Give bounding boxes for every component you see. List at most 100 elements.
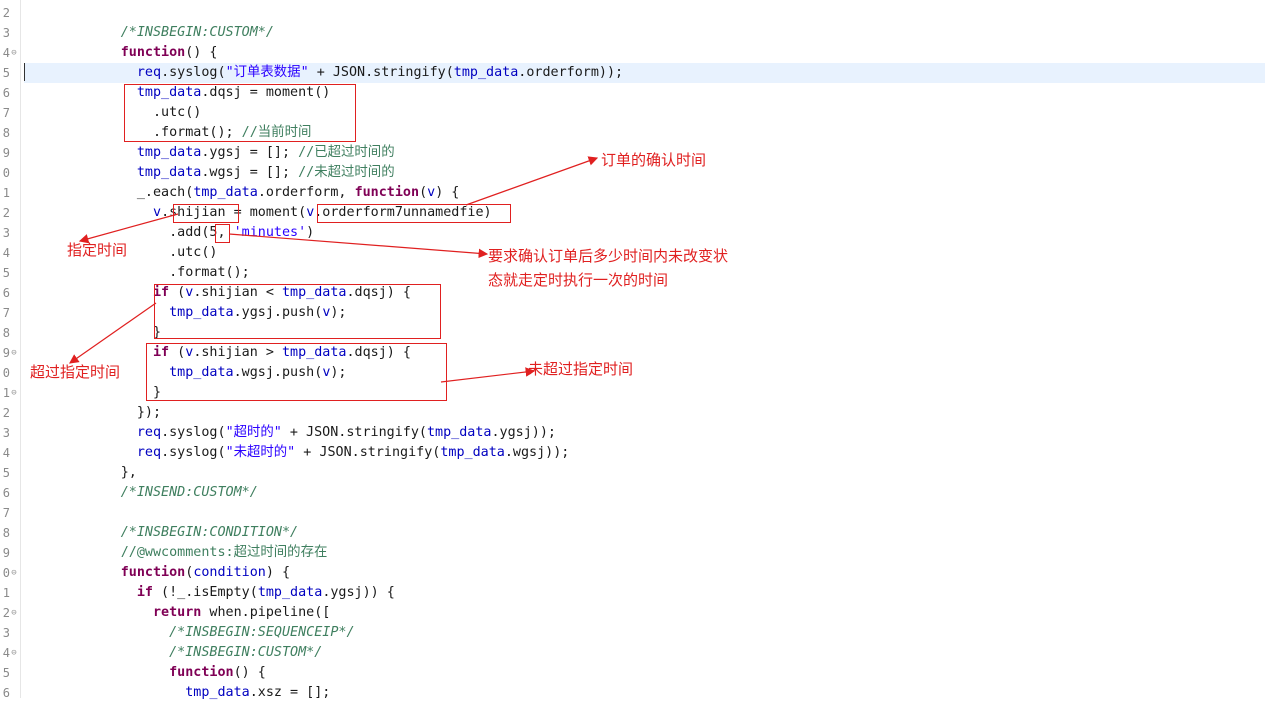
code-token: v (153, 205, 162, 220)
line-number: 4 (2, 446, 10, 460)
code-line[interactable]: /*INSBEGIN:SEQUENCEIP*/ (24, 623, 355, 643)
line-number: 5 (2, 266, 10, 280)
code-token: //未超过时间的 (298, 165, 395, 180)
code-line[interactable]: function(condition) { (24, 563, 290, 583)
line-number: 1 (2, 586, 10, 600)
line-number: 6 (2, 86, 10, 100)
code-line[interactable]: tmp_data.xsz = []; (24, 683, 330, 703)
note-duration-line2: 态就走定时执行一次的时间 (488, 271, 669, 289)
line-number: 0 (2, 366, 10, 380)
code-token: .wgsj)); (504, 445, 570, 460)
code-token: return (153, 605, 202, 620)
code-line[interactable]: /*INSBEGIN:CONDITION*/ (24, 523, 298, 543)
line-number: 1 (2, 386, 10, 400)
code-token: 'minutes' (233, 225, 307, 240)
dqsj-highlight-box (124, 84, 356, 142)
line-number: 8 (2, 126, 10, 140)
code-token: ) { (435, 185, 460, 200)
not-exceeded-branch-box (146, 343, 447, 401)
code-token: tmp_data (440, 445, 505, 460)
code-line[interactable]: if (!_.isEmpty(tmp_data.ygsj)) { (24, 583, 395, 603)
code-token: ( (419, 185, 428, 200)
code-line[interactable]: req.syslog("未超时的" + JSON.stringify(tmp_d… (24, 443, 570, 463)
code-line[interactable]: _.each(tmp_data.orderform, function(v) { (24, 183, 460, 203)
line-number: 0 (2, 566, 10, 580)
line-number: 2 (2, 406, 10, 420)
code-token: when.pipeline([ (201, 605, 331, 620)
fold-toggle-icon[interactable]: ⊖ (10, 43, 18, 63)
code-line[interactable]: function() { (24, 43, 218, 63)
code-token: req (136, 445, 162, 460)
code-line[interactable]: /*INSEND:CUSTOM*/ (24, 483, 258, 503)
code-token: /*INSBEGIN:CUSTOM*/ (169, 645, 323, 660)
code-token: "订单表数据" (225, 65, 309, 80)
line-number: 7 (2, 306, 10, 320)
code-token: ) (306, 225, 315, 240)
note-confirm-time: 订单的确认时间 (601, 151, 707, 169)
exceeded-branch-box (154, 284, 441, 339)
code-line[interactable]: function() { (24, 663, 266, 683)
line-number: 8 (2, 326, 10, 340)
code-token: ) { (265, 565, 291, 580)
fold-toggle-icon[interactable]: ⊖ (10, 643, 18, 663)
code-line[interactable]: .format(); (24, 263, 250, 283)
minutes-value-highlight-box (215, 224, 230, 243)
code-token: (!_.isEmpty( (153, 585, 258, 600)
fold-toggle-icon[interactable]: ⊖ (10, 603, 18, 623)
code-token: function (169, 665, 234, 680)
code-token: + JSON.stringify( (308, 65, 454, 80)
line-number: 8 (2, 526, 10, 540)
code-token: }, (24, 465, 137, 480)
code-line[interactable]: return when.pipeline([ (24, 603, 330, 623)
code-line[interactable]: //@wwcomments:超过时间的存在 (24, 543, 328, 563)
line-number: 6 (2, 286, 10, 300)
code-line-current[interactable]: req.syslog("订单表数据" + JSON.stringify(tmp_… (24, 63, 1265, 83)
code-line[interactable]: } (24, 383, 161, 403)
code-line[interactable]: req.syslog("超时的" + JSON.stringify(tmp_da… (24, 423, 556, 443)
code-line[interactable]: /*INSBEGIN:CUSTOM*/ (24, 23, 274, 43)
code-token: .syslog( (161, 425, 226, 440)
line-number: 2 (2, 6, 10, 20)
note-exceeded: 超过指定时间 (30, 363, 121, 381)
code-token: tmp_data (136, 165, 202, 180)
line-number: 5 (2, 666, 10, 680)
code-line[interactable]: }, (24, 463, 137, 483)
line-number: 0 (2, 166, 10, 180)
code-line[interactable]: } (24, 323, 161, 343)
code-token: req (136, 65, 162, 80)
line-number: 4 (2, 646, 10, 660)
code-line[interactable]: tmp_data.wgsj = []; //未超过时间的 (24, 163, 395, 183)
code-token: function (120, 45, 186, 60)
line-number: 3 (2, 626, 10, 640)
code-line[interactable]: /*INSBEGIN:CUSTOM*/ (24, 643, 322, 663)
code-token: .wgsj = []; (201, 165, 299, 180)
code-token: .orderform, (257, 185, 355, 200)
code-token: .orderform)); (518, 65, 624, 80)
code-line[interactable]: tmp_data.ygsj = []; //已超过时间的 (24, 143, 395, 163)
code-token: .syslog( (161, 445, 226, 460)
code-token: + JSON.stringify( (281, 425, 427, 440)
fold-toggle-icon[interactable]: ⊖ (10, 343, 18, 363)
line-number: 7 (2, 506, 10, 520)
code-token: .ygsj)); (491, 425, 556, 440)
line-number: 7 (2, 106, 10, 120)
code-token: tmp_data (257, 585, 323, 600)
code-token: req (136, 425, 162, 440)
line-number: 5 (2, 66, 10, 80)
code-line[interactable]: }); (24, 403, 161, 423)
fold-toggle-icon[interactable]: ⊖ (10, 383, 18, 403)
code-token: /*INSBEGIN:SEQUENCEIP*/ (169, 625, 355, 640)
line-number: 9 (2, 146, 10, 160)
fold-toggle-icon[interactable]: ⊖ (10, 563, 18, 583)
